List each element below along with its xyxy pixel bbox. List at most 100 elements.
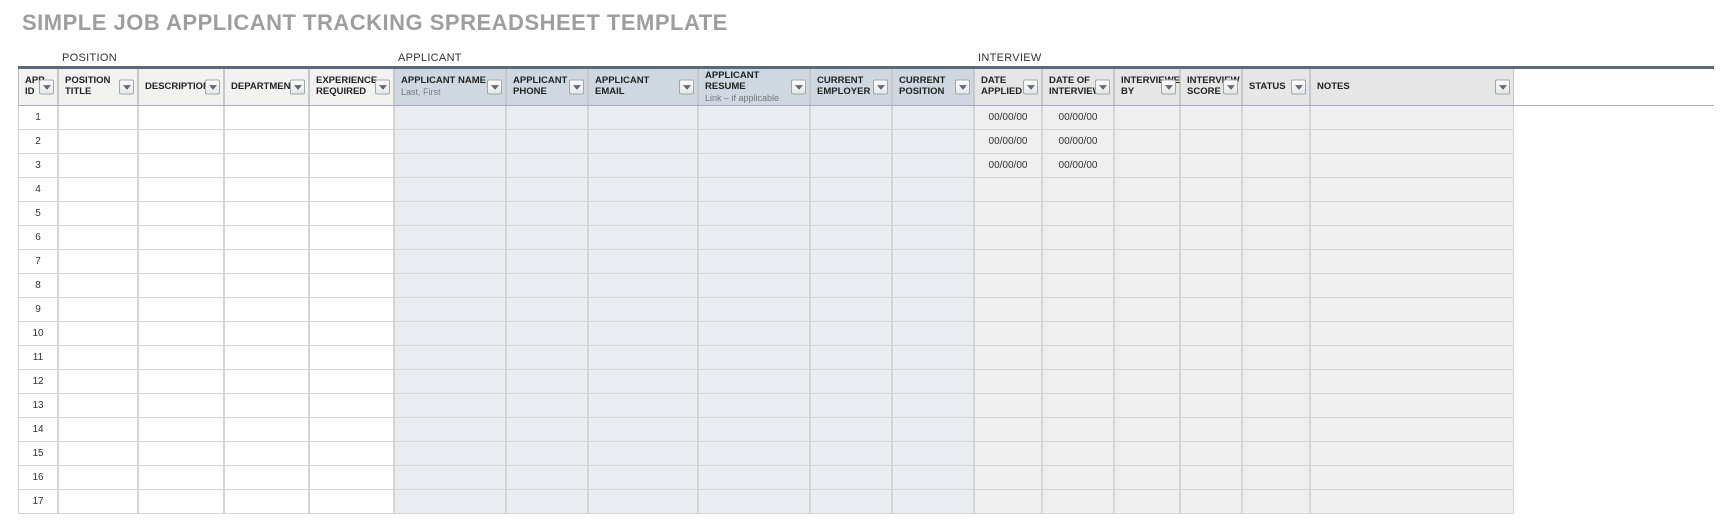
cell-r6-c16[interactable] [1310, 250, 1514, 274]
filter-dropdown-icon[interactable] [290, 80, 305, 95]
cell-r11-c9[interactable] [810, 370, 892, 394]
cell-r3-c2[interactable] [138, 178, 224, 202]
cell-r4-c7[interactable] [588, 202, 698, 226]
cell-r0-c6[interactable] [506, 106, 588, 130]
cell-r4-c6[interactable] [506, 202, 588, 226]
cell-r9-c6[interactable] [506, 322, 588, 346]
cell-r9-c0[interactable]: 10 [18, 322, 58, 346]
cell-r11-c5[interactable] [394, 370, 506, 394]
cell-r13-c16[interactable] [1310, 418, 1514, 442]
cell-r15-c14[interactable] [1180, 466, 1242, 490]
cell-r11-c1[interactable] [58, 370, 138, 394]
column-header-8[interactable]: APPLICANT RESUMELink – if applicable [698, 69, 810, 105]
cell-r9-c8[interactable] [698, 322, 810, 346]
cell-r1-c13[interactable] [1114, 130, 1180, 154]
cell-r15-c15[interactable] [1242, 466, 1310, 490]
column-header-5[interactable]: APPLICANT NAMELast, First [394, 69, 506, 105]
cell-r13-c6[interactable] [506, 418, 588, 442]
filter-dropdown-icon[interactable] [873, 80, 888, 95]
cell-r5-c4[interactable] [309, 226, 394, 250]
cell-r14-c16[interactable] [1310, 442, 1514, 466]
cell-r3-c6[interactable] [506, 178, 588, 202]
cell-r4-c10[interactable] [892, 202, 974, 226]
cell-r12-c8[interactable] [698, 394, 810, 418]
cell-r0-c0[interactable]: 1 [18, 106, 58, 130]
cell-r8-c9[interactable] [810, 298, 892, 322]
cell-r6-c10[interactable] [892, 250, 974, 274]
cell-r1-c5[interactable] [394, 130, 506, 154]
cell-r6-c6[interactable] [506, 250, 588, 274]
cell-r3-c1[interactable] [58, 178, 138, 202]
cell-r6-c1[interactable] [58, 250, 138, 274]
cell-r16-c0[interactable]: 17 [18, 490, 58, 514]
cell-r8-c7[interactable] [588, 298, 698, 322]
cell-r7-c12[interactable] [1042, 274, 1114, 298]
filter-dropdown-icon[interactable] [119, 80, 134, 95]
cell-r9-c7[interactable] [588, 322, 698, 346]
cell-r6-c4[interactable] [309, 250, 394, 274]
cell-r15-c2[interactable] [138, 466, 224, 490]
cell-r6-c12[interactable] [1042, 250, 1114, 274]
cell-r2-c3[interactable] [224, 154, 309, 178]
cell-r10-c10[interactable] [892, 346, 974, 370]
cell-r9-c2[interactable] [138, 322, 224, 346]
cell-r16-c9[interactable] [810, 490, 892, 514]
cell-r1-c2[interactable] [138, 130, 224, 154]
cell-r16-c16[interactable] [1310, 490, 1514, 514]
cell-r6-c14[interactable] [1180, 250, 1242, 274]
cell-r1-c15[interactable] [1242, 130, 1310, 154]
cell-r9-c14[interactable] [1180, 322, 1242, 346]
cell-r14-c3[interactable] [224, 442, 309, 466]
cell-r1-c10[interactable] [892, 130, 974, 154]
cell-r11-c7[interactable] [588, 370, 698, 394]
cell-r12-c6[interactable] [506, 394, 588, 418]
cell-r15-c16[interactable] [1310, 466, 1514, 490]
filter-dropdown-icon[interactable] [1495, 80, 1510, 95]
cell-r14-c11[interactable] [974, 442, 1042, 466]
cell-r2-c6[interactable] [506, 154, 588, 178]
cell-r16-c8[interactable] [698, 490, 810, 514]
cell-r3-c16[interactable] [1310, 178, 1514, 202]
cell-r16-c12[interactable] [1042, 490, 1114, 514]
filter-dropdown-icon[interactable] [1095, 80, 1110, 95]
cell-r8-c16[interactable] [1310, 298, 1514, 322]
cell-r10-c13[interactable] [1114, 346, 1180, 370]
cell-r8-c10[interactable] [892, 298, 974, 322]
cell-r6-c13[interactable] [1114, 250, 1180, 274]
cell-r10-c5[interactable] [394, 346, 506, 370]
cell-r16-c11[interactable] [974, 490, 1042, 514]
column-header-13[interactable]: INTERVIEWED BY [1114, 69, 1180, 105]
cell-r11-c10[interactable] [892, 370, 974, 394]
cell-r1-c1[interactable] [58, 130, 138, 154]
cell-r2-c4[interactable] [309, 154, 394, 178]
column-header-2[interactable]: DESCRIPTION [138, 69, 224, 105]
cell-r13-c7[interactable] [588, 418, 698, 442]
cell-r4-c11[interactable] [974, 202, 1042, 226]
cell-r7-c3[interactable] [224, 274, 309, 298]
cell-r3-c7[interactable] [588, 178, 698, 202]
cell-r8-c15[interactable] [1242, 298, 1310, 322]
cell-r6-c3[interactable] [224, 250, 309, 274]
cell-r9-c1[interactable] [58, 322, 138, 346]
cell-r0-c15[interactable] [1242, 106, 1310, 130]
cell-r7-c13[interactable] [1114, 274, 1180, 298]
filter-dropdown-icon[interactable] [791, 80, 806, 95]
cell-r12-c15[interactable] [1242, 394, 1310, 418]
cell-r9-c5[interactable] [394, 322, 506, 346]
cell-r8-c11[interactable] [974, 298, 1042, 322]
cell-r0-c8[interactable] [698, 106, 810, 130]
cell-r3-c12[interactable] [1042, 178, 1114, 202]
cell-r1-c14[interactable] [1180, 130, 1242, 154]
cell-r4-c4[interactable] [309, 202, 394, 226]
cell-r3-c8[interactable] [698, 178, 810, 202]
cell-r0-c1[interactable] [58, 106, 138, 130]
cell-r9-c16[interactable] [1310, 322, 1514, 346]
cell-r13-c0[interactable]: 14 [18, 418, 58, 442]
cell-r15-c3[interactable] [224, 466, 309, 490]
cell-r4-c13[interactable] [1114, 202, 1180, 226]
cell-r3-c5[interactable] [394, 178, 506, 202]
cell-r9-c12[interactable] [1042, 322, 1114, 346]
column-header-6[interactable]: APPLICANT PHONE [506, 69, 588, 105]
cell-r10-c3[interactable] [224, 346, 309, 370]
cell-r5-c12[interactable] [1042, 226, 1114, 250]
